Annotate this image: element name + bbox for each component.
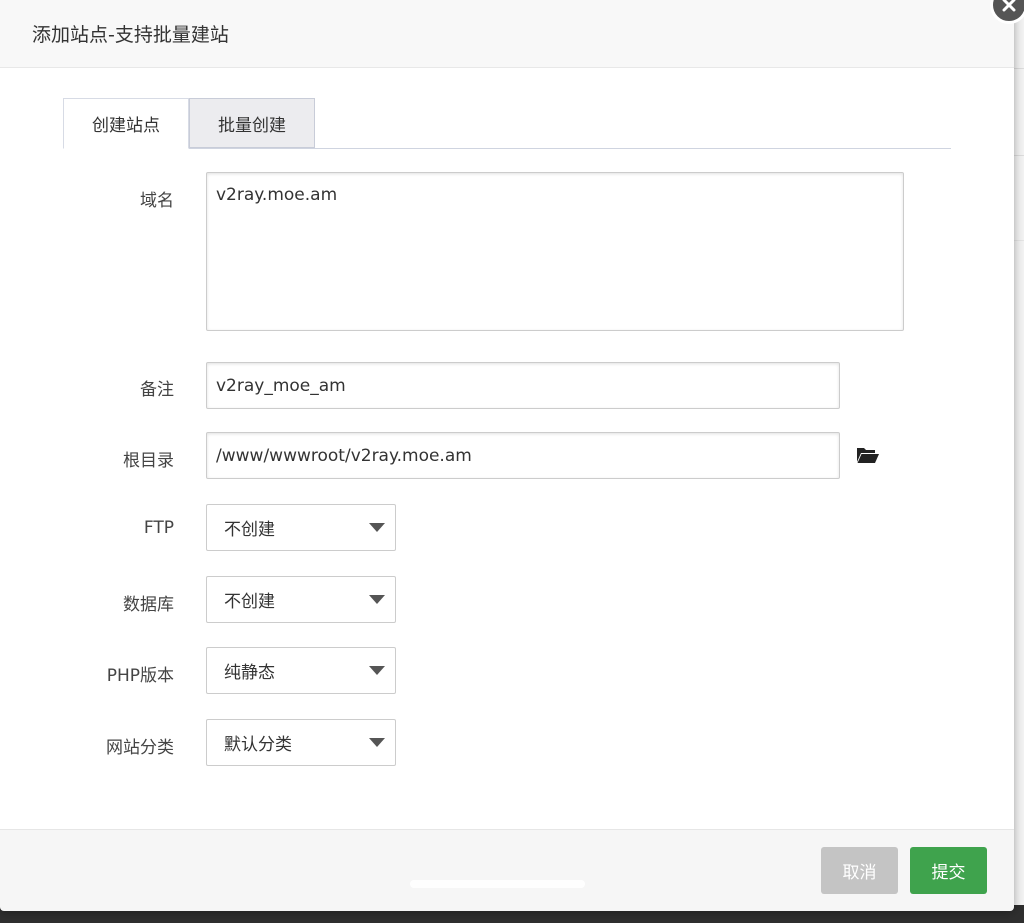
background-divider (1014, 155, 1024, 156)
ftp-label: FTP (143, 518, 174, 538)
root-dir-input[interactable]: /www/wwwroot/v2ray.moe.am (206, 432, 840, 479)
tab-create-site[interactable]: 创建站点 (63, 98, 189, 149)
root-dir-value: /www/wwwroot/v2ray.moe.am (216, 445, 472, 466)
footer-highlight (410, 880, 585, 888)
background-divider (1014, 240, 1024, 241)
php-version-label: PHP版本 (106, 666, 174, 686)
add-site-dialog: 添加站点-支持批量建站 创建站点 批量创建 域名 v2ray.moe.am 备注… (0, 0, 1014, 911)
caret-down-icon (369, 738, 385, 747)
database-select[interactable]: 不创建 (206, 576, 396, 623)
database-label: 数据库 (123, 595, 174, 615)
remark-value: v2ray_moe_am (216, 375, 346, 396)
remark-label: 备注 (140, 380, 174, 400)
root-dir-label: 根目录 (123, 451, 174, 471)
php-version-selected: 纯静态 (224, 663, 275, 683)
site-category-select[interactable]: 默认分类 (206, 719, 396, 766)
domain-textarea[interactable]: v2ray.moe.am (206, 172, 904, 331)
background-page-edge (1014, 0, 1024, 923)
caret-down-icon (369, 595, 385, 604)
cancel-button[interactable]: 取消 (821, 847, 898, 894)
caret-down-icon (369, 666, 385, 675)
remark-input[interactable]: v2ray_moe_am (206, 362, 840, 409)
tab-batch-create[interactable]: 批量创建 (189, 98, 315, 148)
domain-value: v2ray.moe.am (216, 185, 338, 205)
close-icon (1002, 0, 1016, 12)
site-category-selected: 默认分类 (224, 735, 292, 755)
submit-button[interactable]: 提交 (910, 847, 987, 894)
site-category-label: 网站分类 (106, 738, 174, 758)
dialog-header: 添加站点-支持批量建站 (0, 0, 1014, 68)
dialog-footer: 取消 提交 (0, 829, 1014, 911)
folder-open-icon[interactable] (856, 445, 880, 465)
caret-down-icon (369, 523, 385, 532)
php-version-select[interactable]: 纯静态 (206, 647, 396, 694)
database-selected: 不创建 (224, 592, 275, 612)
tab-bar: 创建站点 批量创建 (63, 98, 951, 149)
dialog-title: 添加站点-支持批量建站 (32, 24, 229, 46)
background-divider (1014, 68, 1024, 69)
domain-label: 域名 (140, 191, 174, 211)
ftp-selected: 不创建 (224, 520, 275, 540)
ftp-select[interactable]: 不创建 (206, 504, 396, 551)
